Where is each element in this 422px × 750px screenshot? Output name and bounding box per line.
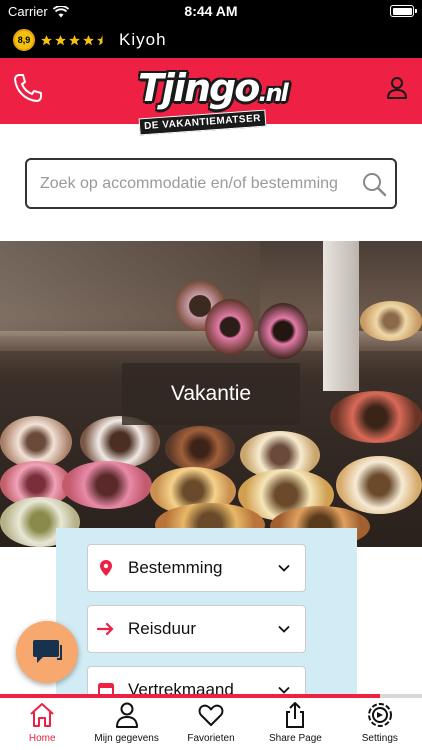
rating-stars xyxy=(40,34,109,47)
status-bar: Carrier 8:44 AM xyxy=(0,0,422,22)
duration-label: Reisduur xyxy=(128,619,197,638)
donut-image xyxy=(360,301,422,341)
search-input[interactable] xyxy=(40,174,361,193)
donut-image xyxy=(336,456,422,514)
hero-caption: Vakantie xyxy=(122,363,300,425)
chevron-down-icon xyxy=(278,625,290,633)
half-star-icon xyxy=(97,34,103,45)
logo-suffix: .nl xyxy=(258,79,288,107)
hero-pillar xyxy=(323,241,359,391)
chat-button[interactable] xyxy=(16,621,78,683)
star-icon xyxy=(55,34,66,45)
star-icon xyxy=(69,34,80,45)
heart-icon xyxy=(198,704,224,726)
donut-image xyxy=(330,391,422,443)
clock: 8:44 AM xyxy=(184,3,238,19)
star-icon xyxy=(41,34,52,45)
app-header: Tjingo.nl DE VAKANTIEMATSER xyxy=(0,58,422,136)
kiyoh-label: Kiyoh xyxy=(119,30,167,49)
star-icon xyxy=(83,34,94,45)
chevron-down-icon xyxy=(278,564,290,572)
filter-panel: Bestemming Reisduur Vertrekmaand xyxy=(56,528,357,714)
account-icon[interactable] xyxy=(386,76,408,100)
destination-select[interactable]: Bestemming xyxy=(87,544,306,592)
tab-settings-label: Settings xyxy=(361,733,398,744)
chat-icon xyxy=(33,640,62,663)
share-icon xyxy=(286,702,305,728)
destination-label: Bestemming xyxy=(128,558,223,577)
settings-icon xyxy=(367,703,392,727)
battery-icon xyxy=(390,5,417,17)
logo-text: Tjingo xyxy=(138,66,260,110)
search-box[interactable] xyxy=(25,158,397,209)
tab-share-page-label: Share Page xyxy=(269,733,322,744)
donut-image xyxy=(258,303,308,359)
donut-image xyxy=(205,299,255,355)
hero-banner[interactable]: Vakantie xyxy=(0,241,422,547)
tab-mijn-gegevens-label: Mijn gegevens xyxy=(94,733,159,744)
tab-favorieten[interactable]: Favorieten xyxy=(169,698,253,750)
tab-share-page[interactable]: Share Page xyxy=(253,698,337,750)
tab-bar: Home Mijn gegevens Favorieten Share Page… xyxy=(0,698,422,750)
tab-settings[interactable]: Settings xyxy=(338,698,422,750)
tjingo-logo[interactable]: Tjingo.nl DE VAKANTIEMATSER xyxy=(138,66,289,140)
duration-select[interactable]: Reisduur xyxy=(87,605,306,653)
logo-wordmark: Tjingo.nl xyxy=(138,66,289,115)
phone-icon[interactable] xyxy=(12,72,44,104)
kiyoh-rating-bar[interactable]: 8,9 Kiyoh xyxy=(0,22,422,58)
kiyoh-score-badge: 8,9 xyxy=(13,29,35,51)
search-icon[interactable] xyxy=(361,171,387,197)
tab-home-label: Home xyxy=(28,733,56,744)
arrow-right-icon xyxy=(97,622,114,636)
tab-favorieten-label: Favorieten xyxy=(187,733,235,744)
location-pin-icon xyxy=(100,560,112,576)
home-icon xyxy=(30,703,54,727)
donut-image xyxy=(62,461,152,509)
person-icon xyxy=(115,702,138,728)
tab-home[interactable]: Home xyxy=(0,698,84,750)
donut-image xyxy=(165,426,235,471)
tab-mijn-gegevens[interactable]: Mijn gegevens xyxy=(84,698,168,750)
